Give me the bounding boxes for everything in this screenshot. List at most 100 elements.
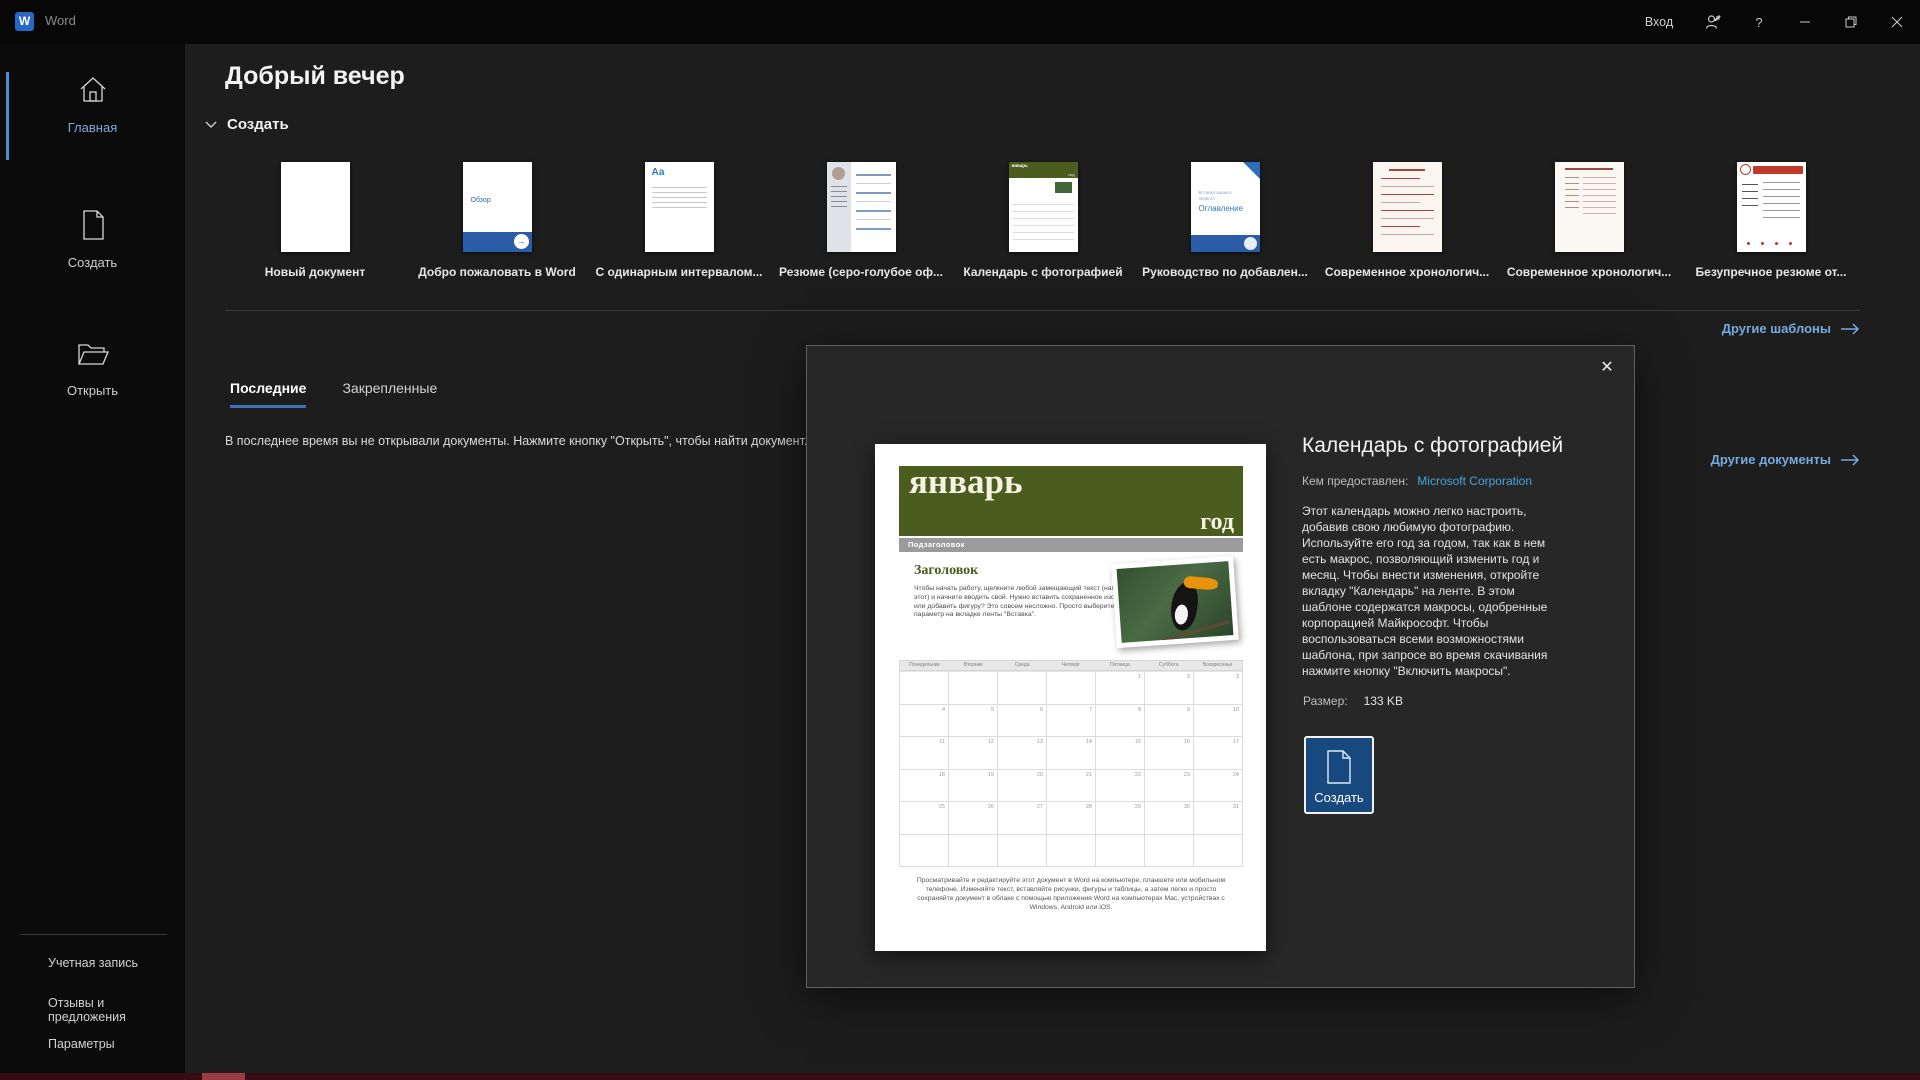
- size-label: Размер:: [1303, 694, 1348, 708]
- provider-link[interactable]: Microsoft Corporation: [1417, 474, 1532, 488]
- template-name: Современное хронологич...: [1506, 265, 1672, 279]
- restore-button[interactable]: [1828, 0, 1874, 44]
- arrow-circle-icon: →: [513, 234, 529, 249]
- sign-in-button[interactable]: Вход: [1628, 0, 1690, 44]
- preview-month-band: январь год: [899, 462, 1243, 536]
- calendar-cell: 4: [900, 704, 949, 737]
- preview-footer-text: Просматривайте и редактируйте этот докум…: [916, 877, 1226, 911]
- chevron-down-icon: [205, 121, 217, 128]
- weekday-label: Четверг: [1061, 662, 1081, 668]
- create-section-title: Создать: [227, 116, 289, 133]
- calendar-cell: [1145, 834, 1194, 867]
- calendar-cell: 3: [1194, 672, 1243, 705]
- more-templates-link[interactable]: Другие шаблоны: [1722, 321, 1860, 336]
- create-button-label: Создать: [1314, 790, 1364, 805]
- provider-row: Кем предоставлен: Microsoft Corporation: [1302, 474, 1532, 488]
- template-name: Добро пожаловать в Word: [418, 265, 576, 279]
- thumb-blue-band: →: [462, 232, 532, 252]
- weekday-label: Воскресенье: [1202, 662, 1233, 668]
- sidebar-item-open[interactable]: Открыть: [0, 339, 185, 398]
- preview-month: январь: [909, 462, 1023, 501]
- calendar-cell: [1047, 834, 1096, 867]
- template-card[interactable]: Вставка вашего первого Оглавление Руково…: [1134, 162, 1316, 279]
- calendar-cell: 6: [998, 704, 1047, 737]
- calendar-cell: 24: [1194, 769, 1243, 802]
- template-card[interactable]: Аа С одинарным интервалом...: [588, 162, 770, 279]
- word-logo-icon: W: [15, 12, 34, 31]
- more-documents-label: Другие документы: [1710, 452, 1831, 467]
- thumb-toc-small-text: Вставка вашего первого: [1198, 190, 1232, 201]
- calendar-cell: [1047, 672, 1096, 705]
- preview-heading: Заголовок: [914, 563, 979, 578]
- calendar-cell: 2: [1145, 672, 1194, 705]
- calendar-cell: [949, 672, 998, 705]
- calendar-cell: 8: [1096, 704, 1145, 737]
- size-row: Размер: 133 KB: [1303, 694, 1403, 708]
- template-card[interactable]: Новый документ: [224, 162, 406, 279]
- template-card[interactable]: Безупречное резюме от...: [1680, 162, 1862, 279]
- calendar-grid: 1 2 3 4 5 6 7 8 9 10 11 12 13 14 15 16 17 18 19 20 21 22 23 24 2…: [899, 671, 1243, 867]
- template-preview-image: январь год Подзаголовок Заголовок Чтобы …: [875, 444, 1266, 951]
- calendar-cell: [949, 834, 998, 867]
- sidebar-item-account[interactable]: Учетная запись: [48, 956, 138, 970]
- template-card[interactable]: Резюме (серо-голубое оф...: [770, 162, 952, 279]
- calendar-cell: 13: [998, 737, 1047, 770]
- calendar-cell: 22: [1096, 769, 1145, 802]
- template-name: Безупречное резюме от...: [1695, 265, 1847, 279]
- close-window-button[interactable]: [1874, 0, 1920, 44]
- more-templates-label: Другие шаблоны: [1721, 321, 1831, 336]
- create-section-header[interactable]: Создать: [205, 116, 289, 133]
- calendar-cell: 7: [1047, 704, 1096, 737]
- sidebar-item-options[interactable]: Параметры: [48, 1037, 115, 1051]
- template-card[interactable]: январь год Календарь с фотографией: [952, 162, 1134, 279]
- template-thumbnail-resume_red: [1372, 162, 1442, 252]
- template-card[interactable]: Обзор → Добро пожаловать в Word: [406, 162, 588, 279]
- calendar-cell: 5: [949, 704, 998, 737]
- template-name: Календарь с фотографией: [963, 265, 1123, 279]
- calendar-cell: 12: [949, 737, 998, 770]
- tab-recent[interactable]: Последние: [230, 380, 307, 408]
- calendar-cell: 28: [1047, 802, 1096, 835]
- home-icon: [80, 77, 105, 102]
- create-document-button[interactable]: Создать: [1304, 736, 1374, 814]
- document-icon: [1327, 750, 1351, 784]
- sidebar-divider: [20, 934, 167, 935]
- calendar-cell: [1096, 834, 1145, 867]
- calendar-cell: 10: [1194, 704, 1243, 737]
- weekday-label: Среда: [1014, 662, 1030, 668]
- sidebar-item-home[interactable]: Главная: [0, 74, 185, 135]
- calendar-cell: 14: [1047, 737, 1096, 770]
- more-documents-link[interactable]: Другие документы: [1711, 452, 1860, 467]
- weekday-label: Суббота: [1158, 662, 1179, 668]
- template-card[interactable]: Современное хронологич...: [1316, 162, 1498, 279]
- size-value: 133 KB: [1363, 694, 1403, 708]
- template-gallery: Новый документ Обзор → Добро пожаловать в …: [224, 162, 1862, 279]
- help-icon[interactable]: ?: [1736, 0, 1782, 44]
- account-feedback-icon[interactable]: [1690, 0, 1736, 44]
- thumb-overview-text: Обзор: [470, 197, 491, 204]
- preview-year: год: [1200, 509, 1234, 535]
- bottom-taskbar-strip: [0, 1073, 1920, 1080]
- calendar-cell: 11: [900, 737, 949, 770]
- tab-pinned[interactable]: Закрепленные: [342, 380, 437, 408]
- gallery-divider: [225, 310, 1860, 311]
- sidebar-item-label: Открыть: [66, 383, 119, 398]
- new-document-icon: [82, 210, 104, 240]
- calendar-cell: [900, 834, 949, 867]
- template-card[interactable]: Современное хронологич...: [1498, 162, 1680, 279]
- calendar-cell: 18: [900, 769, 949, 802]
- recent-tabs: Последние Закрепленные: [230, 380, 437, 408]
- empty-recent-message: В последнее время вы не открывали докуме…: [225, 434, 808, 448]
- minimize-button[interactable]: [1782, 0, 1828, 44]
- calendar-cell: 16: [1145, 737, 1194, 770]
- sidebar-item-feedback[interactable]: Отзывы и предложения: [48, 996, 185, 1024]
- sidebar-item-new[interactable]: Создать: [0, 209, 185, 270]
- template-name: Руководство по добавлен...: [1142, 265, 1308, 279]
- calendar-cell: [998, 834, 1047, 867]
- calendar-cell: 26: [949, 802, 998, 835]
- template-thumbnail-calendar: январь год: [1008, 162, 1078, 252]
- calendar-cell: 1: [1096, 672, 1145, 705]
- title-bar: W Word Вход ?: [0, 0, 1920, 44]
- dialog-close-icon[interactable]: ✕: [1592, 352, 1622, 382]
- calendar-weekday-header: Понедельник Вторник Среда Четверг Пятница Суб…: [899, 660, 1243, 671]
